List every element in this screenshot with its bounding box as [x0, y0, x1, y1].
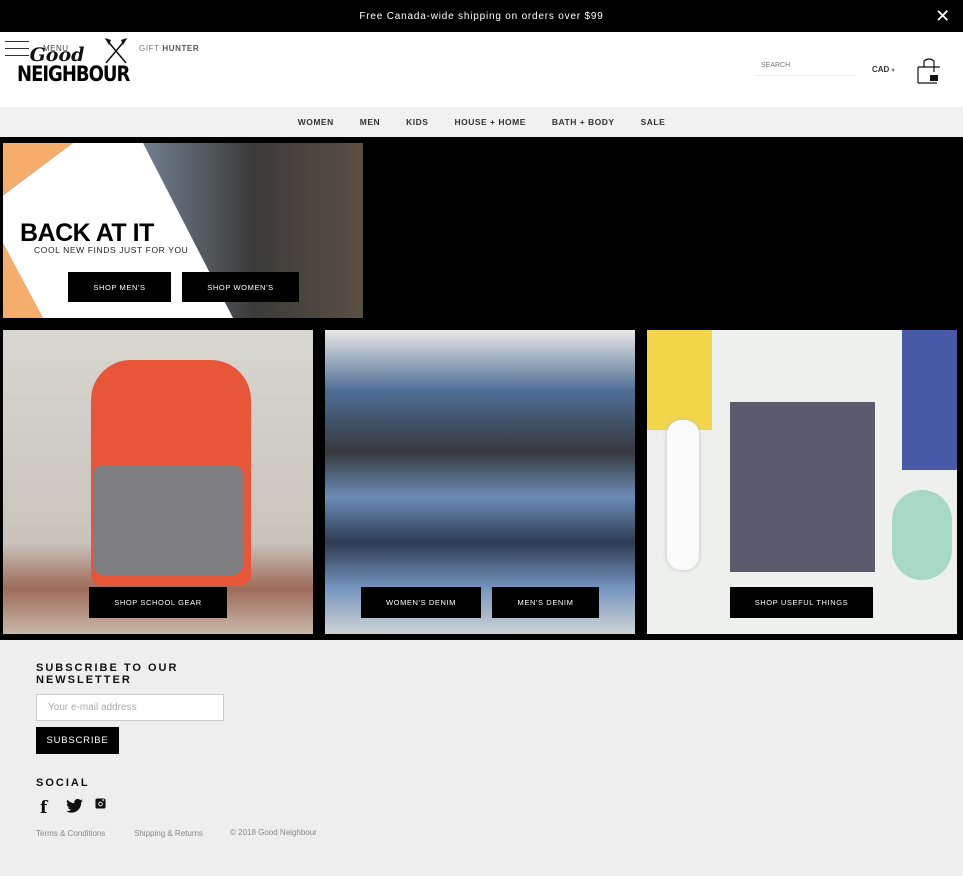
cookbook-image [730, 402, 875, 572]
gift-hunter-prefix: GIFT [139, 44, 160, 53]
terms-link[interactable]: Terms & Conditions [36, 829, 105, 838]
twitter-icon[interactable] [66, 798, 83, 818]
clock-image [892, 490, 952, 580]
newsletter-title-line1: SUBSCRIBE TO OUR [36, 662, 179, 674]
bottle-image [667, 420, 699, 570]
shipping-returns-link[interactable]: Shipping & Returns [134, 829, 203, 838]
email-input[interactable] [36, 694, 224, 721]
gift-hunter-link[interactable]: GIFT HUNTER [139, 44, 199, 53]
nav-men[interactable]: MEN [360, 117, 380, 127]
hero-title: BACK AT IT [20, 219, 154, 247]
main-nav: WOMEN MEN KIDS HOUSE + HOME BATH + BODY … [0, 107, 963, 137]
facebook-icon[interactable]: f [40, 798, 47, 818]
shopping-bag-icon[interactable] [917, 58, 940, 84]
currency-label: CAD [872, 65, 890, 74]
announcement-text: Free Canada-wide shipping on orders over… [359, 10, 604, 22]
nav-kids[interactable]: KIDS [406, 117, 428, 127]
gift-hunter-suffix: HUNTER [162, 44, 200, 53]
notebook-image [902, 330, 957, 470]
shop-school-gear-button[interactable]: SHOP SCHOOL GEAR [89, 587, 227, 618]
nav-sale[interactable]: SALE [641, 117, 666, 127]
subscribe-button[interactable]: SUBSCRIBE [36, 727, 119, 754]
hero-subtitle: COOL NEW FINDS JUST FOR YOU [34, 245, 189, 255]
search-input[interactable] [755, 56, 857, 76]
hero-banner: BACK AT IT COOL NEW FINDS JUST FOR YOU S… [3, 143, 363, 318]
useful-things-tile[interactable]: SHOP USEFUL THINGS [647, 330, 957, 634]
close-icon[interactable]: ✕ [935, 7, 951, 25]
logo-line2: NEIGHBOUR [17, 61, 130, 87]
shop-womens-button[interactable]: SHOP WOMEN'S [182, 272, 299, 302]
currency-selector[interactable]: CAD ▾ [872, 65, 895, 74]
header: MENU Good NEIGHBOUR GIFT HUNTER CAD ▾ [0, 32, 963, 107]
backpack-pocket [93, 465, 243, 575]
copyright: © 2018 Good Neighbour [230, 828, 317, 837]
denim-tile[interactable]: WOMEN'S DENIM MEN'S DENIM [325, 330, 635, 634]
chevron-down-icon: ▾ [891, 68, 895, 74]
school-gear-tile[interactable]: SHOP SCHOOL GEAR [3, 330, 313, 634]
newsletter-title-line2: NEWSLETTER [36, 674, 132, 686]
shop-mens-button[interactable]: SHOP MEN'S [68, 272, 171, 302]
crossed-arrows-icon[interactable] [104, 37, 128, 71]
shop-useful-things-button[interactable]: SHOP USEFUL THINGS [730, 587, 873, 618]
instagram-icon[interactable] [95, 796, 106, 814]
notebook-image [647, 330, 712, 430]
nav-women[interactable]: WOMEN [298, 117, 334, 127]
womens-denim-button[interactable]: WOMEN'S DENIM [361, 587, 481, 618]
announcement-bar: Free Canada-wide shipping on orders over… [0, 0, 963, 32]
nav-house-home[interactable]: HOUSE + HOME [454, 117, 525, 127]
mens-denim-button[interactable]: MEN'S DENIM [492, 587, 599, 618]
logo[interactable]: Good NEIGHBOUR [17, 46, 130, 88]
footer: SUBSCRIBE TO OUR NEWSLETTER SUBSCRIBE SO… [0, 640, 963, 876]
social-title: SOCIAL [36, 777, 90, 789]
nav-bath-body[interactable]: BATH + BODY [552, 117, 615, 127]
